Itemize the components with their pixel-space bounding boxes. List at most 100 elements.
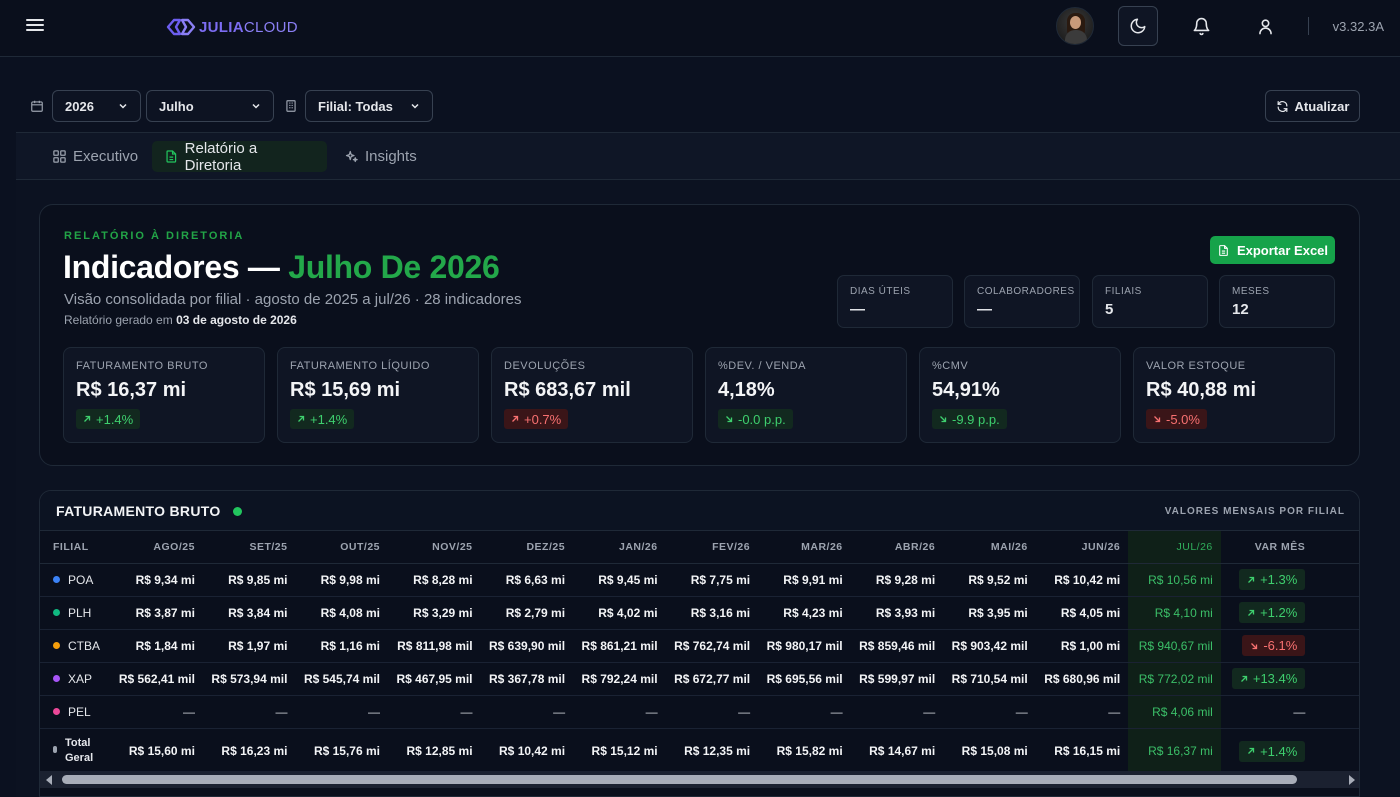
kpi-delta-badge: +0.7% <box>504 409 569 429</box>
kpi-delta-badge: -9.9 p.p. <box>932 409 1007 429</box>
stat-dias-uteis: DIAS ÚTEIS — <box>837 275 953 328</box>
revenue-table: FILIAL AGO/25 SET/25 OUT/25 NOV/25 DEZ/25 JAN/… <box>40 531 1359 774</box>
year-value: 2026 <box>65 98 94 114</box>
value-cell: R$ 9,91 mi <box>758 563 851 597</box>
variation-badge: +1.3% <box>1239 569 1306 590</box>
column-header: DEZ/25 <box>480 531 574 564</box>
status-dot-icon <box>232 506 242 516</box>
column-header: AGO/25 <box>110 531 203 564</box>
branch-name-cell: POA <box>40 563 111 597</box>
value-cell: R$ 940,67 mil <box>1128 629 1221 663</box>
profile-button[interactable] <box>1246 6 1286 46</box>
refresh-icon <box>1277 100 1287 112</box>
spreadsheet-icon <box>1219 244 1228 256</box>
kpi-card: %DEV. / VENDA 4,18% -0.0 p.p. <box>705 347 907 443</box>
notifications-button[interactable] <box>1182 6 1222 46</box>
value-cell: R$ 8,28 mi <box>388 563 481 597</box>
year-select[interactable]: 2026 <box>52 90 141 122</box>
stat-filiais: FILIAIS 5 <box>1092 275 1208 328</box>
avatar[interactable] <box>1055 7 1094 45</box>
arrow-down-right-icon <box>1154 416 1161 423</box>
user-icon <box>1259 18 1273 34</box>
variation-cell: +1.4% <box>1221 728 1314 774</box>
total-value-cell: R$ 15,60 mi <box>128 744 195 759</box>
total-value-cell: R$ 16,37 mi <box>1128 728 1221 774</box>
export-excel-button[interactable]: Exportar Excel <box>1210 236 1335 264</box>
value-cell: R$ 1,00 mi <box>1035 629 1129 663</box>
tab-relatorio-diretoria[interactable]: Relatório a Diretoria <box>152 139 327 174</box>
kpi-label: %DEV. / VENDA <box>718 360 807 372</box>
branch-name-cell: PEL <box>40 695 111 729</box>
branch-color-dot <box>53 641 60 649</box>
kpi-value: R$ 15,69 mi <box>290 379 401 401</box>
column-header: VAR JUL <box>1313 531 1359 564</box>
value-cell: — <box>573 695 666 729</box>
value-cell: R$ 811,98 mil <box>388 629 481 663</box>
variation-cell: -52 <box>1313 629 1359 663</box>
app-logo[interactable]: JULIACLOUD <box>166 16 298 38</box>
value-cell: — <box>1035 695 1129 729</box>
sparkles-icon <box>345 150 358 163</box>
month-select[interactable]: Julho <box>146 90 274 122</box>
value-cell: R$ 1,16 mi <box>295 629 388 663</box>
tab-bar: Executivo Relatório a Diretoria Insights <box>16 132 1400 180</box>
export-label: Exportar Excel <box>1236 242 1329 258</box>
value-cell: R$ 4,23 mi <box>758 596 851 630</box>
value-cell: R$ 710,54 mil <box>943 662 1036 696</box>
branch-value: Filial: Todas <box>318 98 393 114</box>
total-value-cell: R$ 14,67 mi <box>869 744 936 759</box>
variation-badge: +13.4% <box>1231 668 1306 689</box>
total-row: Total Geral R$ 15,60 mi R$ 16,23 mi R$ 15,76… <box>40 728 1359 774</box>
branch-name-cell: XAP <box>40 662 111 696</box>
value-cell: — <box>295 695 388 729</box>
value-cell: R$ 9,34 mi <box>110 563 203 597</box>
menu-icon[interactable] <box>26 16 44 32</box>
value-cell: R$ 4,02 mi <box>573 596 666 630</box>
scroll-left-icon[interactable] <box>46 775 52 785</box>
branch-select[interactable]: Filial: Todas <box>305 90 433 122</box>
page-title: Indicadores — Julho De 2026 <box>63 249 500 285</box>
tab-label: Relatório a Diretoria <box>184 139 258 174</box>
horizontal-scrollbar[interactable] <box>40 771 1359 788</box>
value-cell: R$ 3,87 mi <box>110 596 203 630</box>
scroll-right-icon[interactable] <box>1349 775 1355 785</box>
kpi-label: VALOR ESTOQUE <box>1146 360 1246 372</box>
total-value-cell: R$ 12,35 mi <box>684 744 751 759</box>
refresh-button[interactable]: Atualizar <box>1265 90 1360 122</box>
building-icon <box>286 100 296 112</box>
total-value-cell: R$ 15,08 mi <box>961 744 1028 759</box>
filter-bar: 2026 Julho Filial: Todas <box>30 90 433 122</box>
table-row: CTBA R$ 1,84 mi R$ 1,97 mi R$ 1,16 mi R$ 811… <box>40 629 1359 663</box>
column-header: MAI/26 <box>943 531 1036 564</box>
total-label-cell: Total Geral <box>40 728 110 774</box>
theme-toggle-button[interactable] <box>1117 6 1158 46</box>
value-cell: R$ 9,52 mi <box>943 563 1036 597</box>
kpi-value: 4,18% <box>718 379 775 401</box>
value-cell: — <box>758 695 851 729</box>
column-header: SET/25 <box>202 531 296 564</box>
kpi-card: FATURAMENTO LÍQUIDO R$ 15,69 mi +1.4% <box>277 347 479 443</box>
total-value-cell: R$ 15,76 mi <box>313 744 380 759</box>
calendar-icon <box>31 100 43 112</box>
column-header: VAR MÊS <box>1220 531 1314 564</box>
value-cell: R$ 980,17 mil <box>758 629 851 663</box>
tab-insights[interactable]: Insights <box>332 141 429 172</box>
value-cell: R$ 3,29 mi <box>388 596 481 630</box>
grid-icon <box>53 150 66 163</box>
kpi-value: R$ 683,67 mil <box>504 379 631 401</box>
kpi-value: R$ 16,37 mi <box>76 379 187 401</box>
value-cell: — <box>665 695 759 729</box>
value-cell: — <box>943 695 1036 729</box>
total-value-cell: R$ 15,12 mi <box>591 744 658 759</box>
total-value-cell: R$ 12,85 mi <box>406 744 473 759</box>
value-cell: R$ 680,96 mil <box>1035 662 1129 696</box>
scrollbar-thumb[interactable] <box>62 775 1297 784</box>
variation-cell: +8 <box>1313 563 1359 597</box>
variation-cell: +13.4% <box>1220 662 1314 696</box>
top-bar: JULIACLOUD v3.32.3A <box>0 0 1400 57</box>
value-cell: R$ 3,84 mi <box>202 596 296 630</box>
variation-cell: +1.3% <box>1220 563 1314 597</box>
arrow-up-right-icon <box>1248 748 1255 755</box>
kpi-card: DEVOLUÇÕES R$ 683,67 mil +0.7% <box>491 347 693 443</box>
tab-executivo[interactable]: Executivo <box>40 141 150 172</box>
